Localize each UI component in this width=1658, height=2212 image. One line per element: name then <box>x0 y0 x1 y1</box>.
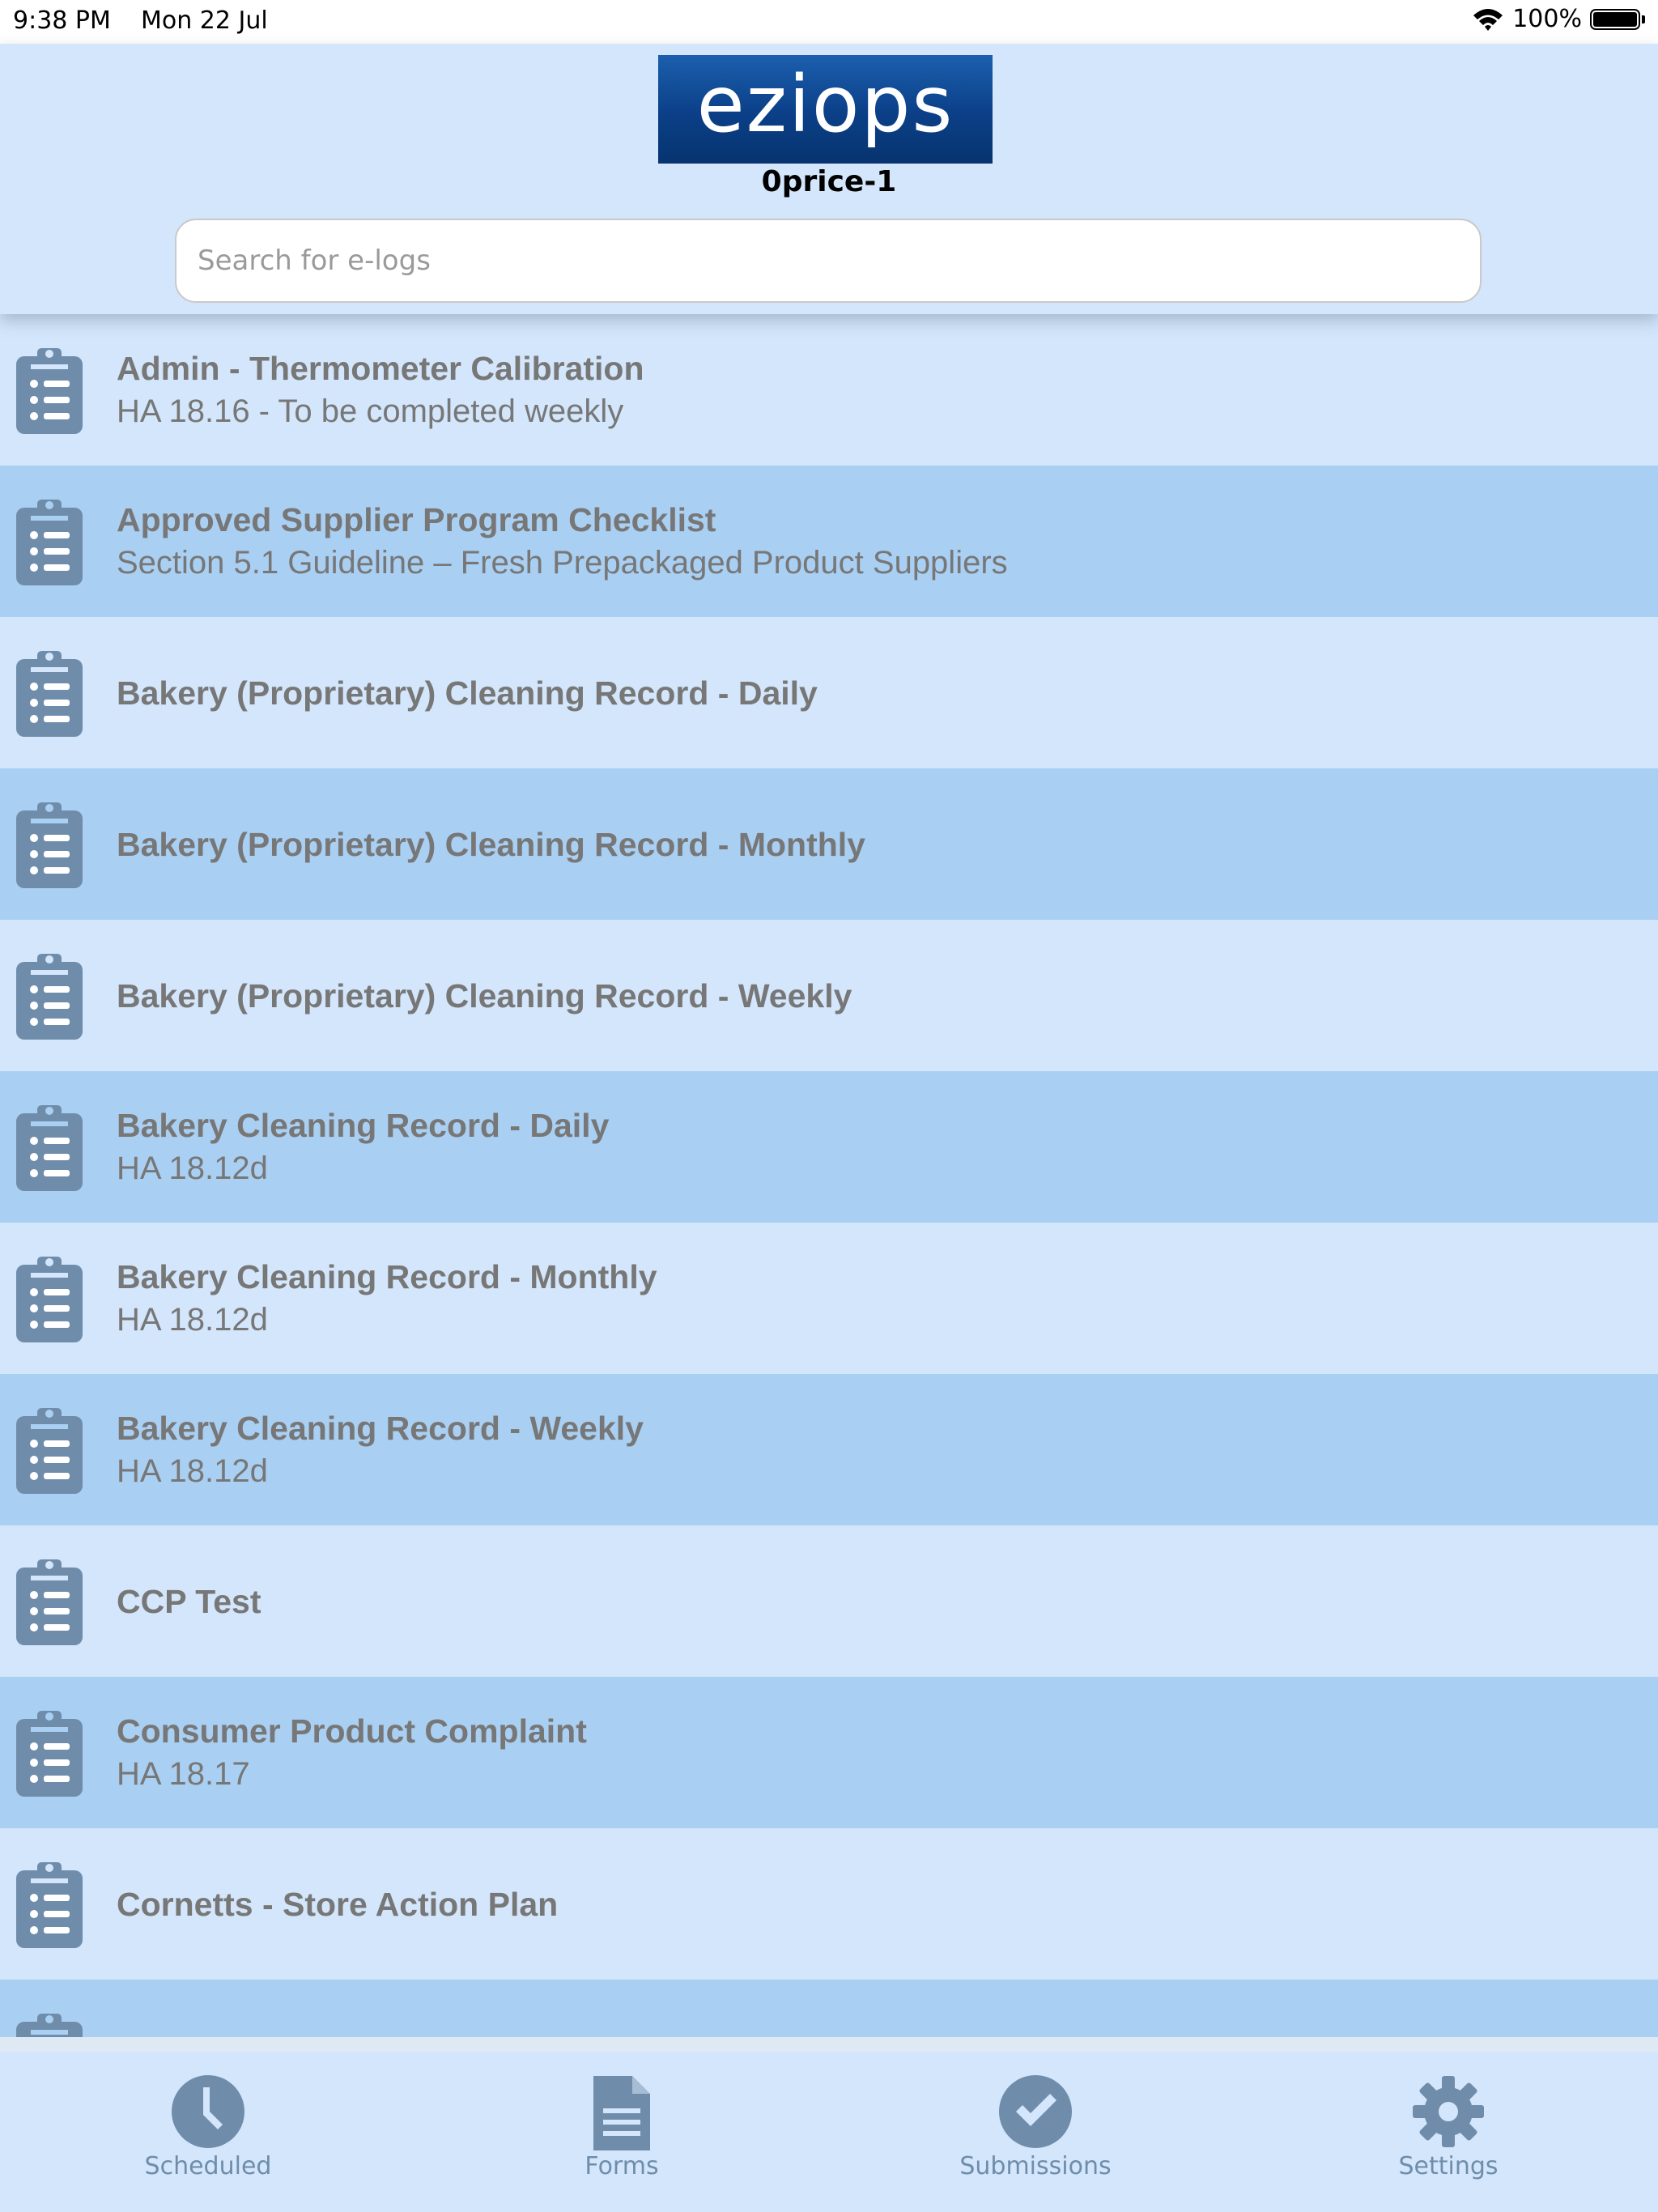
list-item-subtitle: HA 18.12d <box>117 1301 268 1338</box>
list-item[interactable]: Bakery Cleaning Record - Daily HA 18.12d <box>0 1071 1658 1223</box>
search-input[interactable] <box>175 219 1482 303</box>
tab-label: Forms <box>585 2152 659 2180</box>
list-item[interactable]: Approved Supplier Program Checklist Sect… <box>0 466 1658 617</box>
list-item-subtitle: Section 5.1 Guideline – Fresh Prepackage… <box>117 544 1008 581</box>
clipboard-icon <box>16 2012 83 2037</box>
list-item[interactable]: Bakery (Proprietary) Cleaning Record - M… <box>0 768 1658 920</box>
tab-bar: Scheduled Forms Submissions Settings <box>0 2037 1658 2212</box>
clipboard-icon <box>16 1861 83 1952</box>
list-item[interactable]: Bakery (Proprietary) Cleaning Record - W… <box>0 920 1658 1071</box>
clipboard-icon <box>16 1406 83 1498</box>
tab-label: Settings <box>1398 2152 1499 2180</box>
tab-submissions[interactable]: Submissions <box>938 2052 1133 2206</box>
list-item-title: Admin - Thermometer Calibration <box>117 349 644 387</box>
list-item-title: CCP Test <box>117 1582 261 1620</box>
clipboard-icon <box>16 1709 83 1801</box>
list-item-title: Bakery Cleaning Record - Monthly <box>117 1257 657 1295</box>
list-item-subtitle: HA 18.17 <box>117 1755 250 1792</box>
status-bar: 9:38 PM Mon 22 Jul 100% <box>0 0 1658 44</box>
clipboard-icon <box>16 801 83 892</box>
clipboard-icon <box>16 1104 83 1195</box>
list-item-title: Consumer Product Complaint <box>117 1712 587 1750</box>
list-item-title: Bakery (Proprietary) Cleaning Record - W… <box>117 976 852 1015</box>
document-icon <box>592 2074 652 2156</box>
elog-list: Admin - Thermometer Calibration HA 18.16… <box>0 314 1658 2037</box>
status-date: Mon 22 Jul <box>141 6 268 35</box>
list-item-title: Bakery Cleaning Record - Daily <box>117 1106 610 1144</box>
list-item-title: Bakery (Proprietary) Cleaning Record - D… <box>117 674 818 712</box>
list-item-title: Bakery Cleaning Record - Weekly <box>117 1409 644 1447</box>
tab-settings[interactable]: Settings <box>1351 2052 1545 2206</box>
wifi-icon <box>1472 7 1504 32</box>
list-item[interactable]: Cornetts - Store Action Plan <box>0 1828 1658 1980</box>
clipboard-icon <box>16 1255 83 1346</box>
list-item-subtitle: HA 18.12d <box>117 1453 268 1489</box>
list-item[interactable] <box>0 1980 1658 2037</box>
list-item[interactable]: Bakery Cleaning Record - Monthly HA 18.1… <box>0 1223 1658 1374</box>
header: eziops 0price-1 <box>0 44 1658 314</box>
list-item-title: Cornetts - Store Action Plan <box>117 1885 559 1923</box>
list-item-title: Approved Supplier Program Checklist <box>117 500 716 538</box>
logo-text: eziops <box>696 59 954 150</box>
list-item[interactable]: CCP Test <box>0 1525 1658 1677</box>
clipboard-icon <box>16 498 83 589</box>
battery-icon <box>1590 8 1645 30</box>
gear-icon <box>1411 2074 1486 2153</box>
list-item-subtitle: HA 18.16 - To be completed weekly <box>117 393 624 429</box>
tab-label: Submissions <box>959 2152 1112 2180</box>
list-item-subtitle: HA 18.12d <box>117 1150 268 1186</box>
clipboard-icon <box>16 347 83 438</box>
list-item[interactable]: Admin - Thermometer Calibration HA 18.16… <box>0 314 1658 466</box>
battery-percent: 100% <box>1512 5 1582 33</box>
tab-scheduled[interactable]: Scheduled <box>111 2052 305 2206</box>
store-name: 0price-1 <box>761 165 897 198</box>
clipboard-icon <box>16 952 83 1044</box>
list-item[interactable]: Bakery Cleaning Record - Weekly HA 18.12… <box>0 1374 1658 1525</box>
status-right: 100% <box>1472 5 1645 33</box>
list-item-title: Bakery (Proprietary) Cleaning Record - M… <box>117 825 865 863</box>
checkmark-circle-icon <box>998 2074 1073 2153</box>
eziops-logo: eziops <box>658 55 993 164</box>
clipboard-icon <box>16 1558 83 1649</box>
status-time: 9:38 PM <box>13 6 111 35</box>
list-item[interactable]: Bakery (Proprietary) Cleaning Record - D… <box>0 617 1658 768</box>
clock-icon <box>171 2074 245 2153</box>
list-item[interactable]: Consumer Product Complaint HA 18.17 <box>0 1677 1658 1828</box>
tab-forms[interactable]: Forms <box>525 2052 719 2206</box>
clipboard-icon <box>16 649 83 741</box>
tab-label: Scheduled <box>144 2152 272 2180</box>
